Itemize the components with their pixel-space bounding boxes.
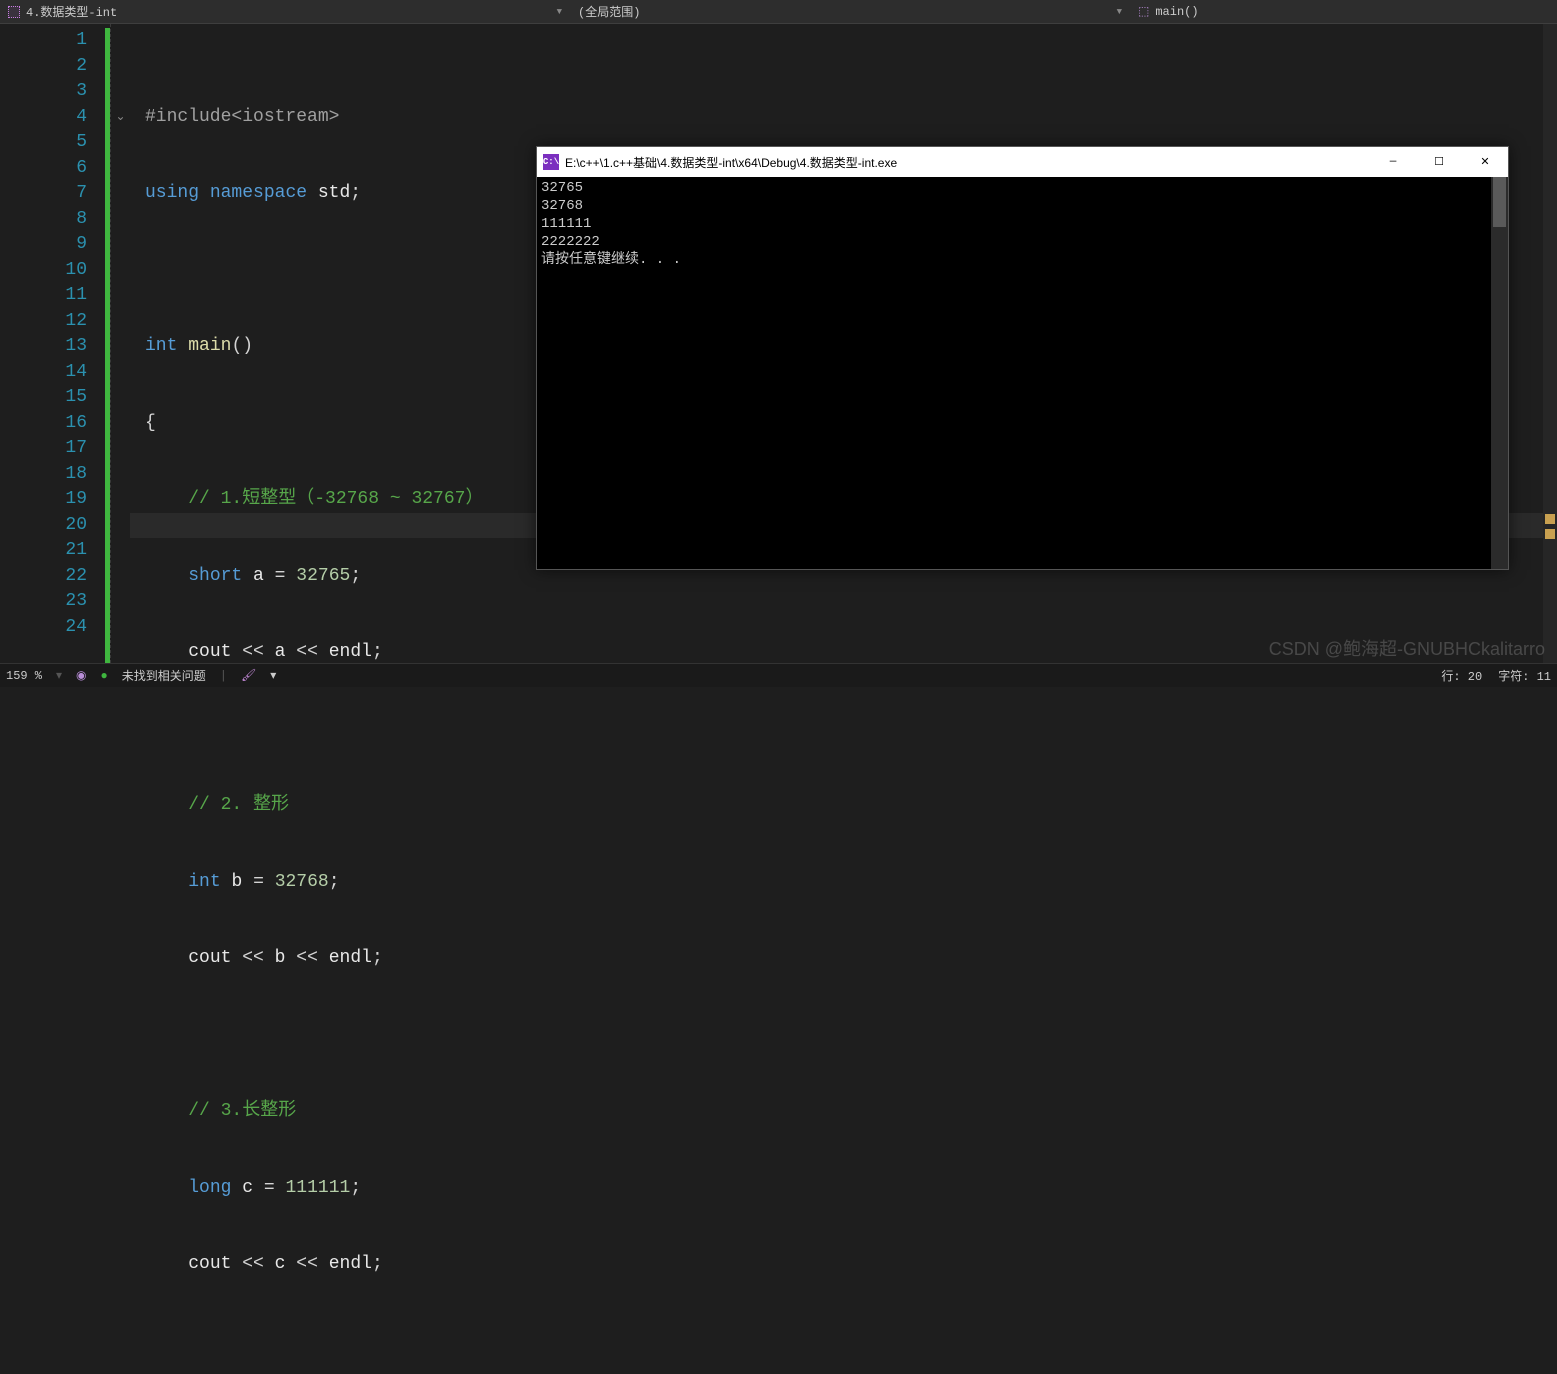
- line-number: 23: [0, 589, 87, 615]
- cursor-char: 字符: 11: [1498, 667, 1551, 684]
- chevron-down-icon: ▼: [557, 7, 562, 17]
- scope-dropdown[interactable]: (全局范围) ▼: [570, 0, 1130, 23]
- line-number: 9: [0, 232, 87, 258]
- status-bar: 159 % ▾ ◉ ● 未找到相关问题 | 🖌 ▾ 行: 20 字符: 11: [0, 663, 1557, 687]
- line-number: 18: [0, 462, 87, 488]
- cursor-line: 行: 20: [1441, 667, 1482, 684]
- scrollbar-marker: [1545, 529, 1555, 539]
- line-number: 1: [0, 28, 87, 54]
- console-title: E:\c++\1.c++基础\4.数据类型-int\x64\Debug\4.数据…: [565, 154, 1370, 171]
- status-ok-icon: ●: [101, 669, 108, 683]
- console-output[interactable]: 32765 32768 111111 2222222 请按任意键继续. . .: [537, 177, 1508, 569]
- line-number: 21: [0, 538, 87, 564]
- cube-icon: ⬚: [1138, 4, 1149, 19]
- line-number: 16: [0, 411, 87, 437]
- line-number: 5: [0, 130, 87, 156]
- line-number: 19: [0, 487, 87, 513]
- issues-label[interactable]: 未找到相关问题: [122, 667, 206, 684]
- minimize-button[interactable]: —: [1370, 147, 1416, 177]
- console-line: 32765: [541, 179, 1504, 197]
- console-line: 32768: [541, 197, 1504, 215]
- maximize-button[interactable]: ☐: [1416, 147, 1462, 177]
- zoom-level[interactable]: 159 %: [6, 669, 42, 683]
- line-number: 11: [0, 283, 87, 309]
- line-number: 20: [0, 513, 87, 539]
- function-dropdown[interactable]: ⬚ main(): [1130, 0, 1207, 23]
- line-number: 3: [0, 79, 87, 105]
- line-number: 13: [0, 334, 87, 360]
- filename-label: 4.数据类型-int: [26, 3, 117, 20]
- file-icon: [8, 6, 20, 18]
- file-dropdown[interactable]: 4.数据类型-int ▼: [0, 0, 570, 23]
- console-icon: C:\: [543, 154, 559, 170]
- line-number: 12: [0, 309, 87, 335]
- line-number: 2: [0, 54, 87, 80]
- broadcast-icon[interactable]: ◉: [76, 668, 86, 683]
- line-number: 8: [0, 207, 87, 233]
- close-button[interactable]: ✕: [1462, 147, 1508, 177]
- line-number: 4: [0, 105, 87, 131]
- scrollbar-marker: [1545, 514, 1555, 524]
- chevron-down-icon: ▼: [1117, 7, 1122, 17]
- fold-column: ⌄: [110, 24, 130, 663]
- vertical-scrollbar[interactable]: [1543, 24, 1557, 663]
- line-number: 14: [0, 360, 87, 386]
- brush-icon[interactable]: 🖌: [241, 668, 256, 683]
- fold-toggle[interactable]: ⌄: [111, 105, 130, 131]
- line-number: 7: [0, 181, 87, 207]
- line-number: 10: [0, 258, 87, 284]
- console-window: C:\ E:\c++\1.c++基础\4.数据类型-int\x64\Debug\…: [536, 146, 1509, 570]
- console-line: 2222222: [541, 233, 1504, 251]
- line-number: 22: [0, 564, 87, 590]
- scope-label: (全局范围): [578, 3, 640, 20]
- scrollbar-thumb[interactable]: [1493, 177, 1506, 227]
- console-scrollbar[interactable]: [1491, 177, 1508, 569]
- func-label: main(): [1155, 5, 1198, 19]
- console-line: 请按任意键继续. . .: [541, 251, 1504, 269]
- console-titlebar[interactable]: C:\ E:\c++\1.c++基础\4.数据类型-int\x64\Debug\…: [537, 147, 1508, 177]
- line-number: 15: [0, 385, 87, 411]
- line-number: 24: [0, 615, 87, 641]
- line-number-gutter: 1 2 3 4 5 6 7 8 9 10 11 12 13 14 15 16 1…: [0, 24, 105, 663]
- console-line: 111111: [541, 215, 1504, 233]
- line-number: 17: [0, 436, 87, 462]
- line-number: 6: [0, 156, 87, 182]
- breadcrumb-bar: 4.数据类型-int ▼ (全局范围) ▼ ⬚ main(): [0, 0, 1557, 24]
